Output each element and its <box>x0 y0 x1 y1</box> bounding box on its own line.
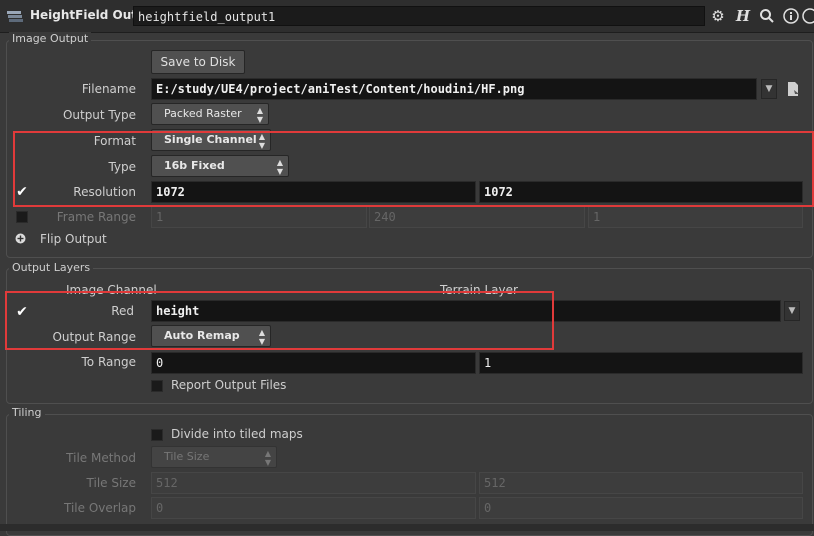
expand-plus-icon[interactable] <box>15 233 26 244</box>
chevron-down-icon[interactable]: ▼ <box>784 301 800 321</box>
help-h-icon[interactable]: H <box>733 6 753 26</box>
filename-field[interactable]: E:/study/UE4/project/aniTest/Content/hou… <box>151 78 757 100</box>
search-icon[interactable] <box>757 6 777 26</box>
filename-label: Filename <box>81 82 136 96</box>
info-icon[interactable] <box>781 6 801 26</box>
gear-icon[interactable]: ⚙ <box>708 6 728 26</box>
tile-overlap-y-field[interactable]: 0 <box>479 497 803 519</box>
to-range-label: To Range <box>81 355 136 369</box>
tile-overlap-label: Tile Overlap <box>64 501 136 515</box>
bottom-scroll-strip[interactable] <box>0 524 814 531</box>
divide-tiled-label[interactable]: Divide into tiled maps <box>171 427 303 441</box>
frame-start-field[interactable]: 1 <box>151 206 367 228</box>
tile-method-value: Tile Size <box>164 450 210 463</box>
heightfield-node-icon <box>6 8 24 24</box>
frame-inc-field[interactable]: 1 <box>588 206 803 228</box>
report-output-label[interactable]: Report Output Files <box>171 378 286 392</box>
save-to-disk-button[interactable]: Save to Disk <box>151 50 245 74</box>
divide-tiled-checkbox[interactable] <box>151 429 163 441</box>
section-title: Image Output <box>9 32 92 45</box>
highlight-box <box>5 291 554 350</box>
section-title: Output Layers <box>9 261 94 274</box>
chevron-down-icon[interactable]: ▼ <box>761 79 777 99</box>
to-range-max-field[interactable]: 1 <box>479 352 803 374</box>
tile-overlap-x-field[interactable]: 0 <box>151 497 476 519</box>
output-type-label: Output Type <box>62 108 136 122</box>
output-type-menu[interactable]: Packed Raster ▲ ▼ <box>151 103 269 125</box>
updown-arrow-icon: ▲ ▼ <box>256 106 263 124</box>
tile-size-x-field[interactable]: 512 <box>151 472 476 494</box>
question-icon[interactable] <box>802 6 814 26</box>
frame-end-field[interactable]: 240 <box>369 206 585 228</box>
report-output-checkbox[interactable] <box>151 380 163 392</box>
file-browse-icon[interactable] <box>786 80 800 98</box>
to-range-min-field[interactable]: 0 <box>151 352 476 374</box>
flip-output-label[interactable]: Flip Output <box>40 232 107 246</box>
output-type-value: Packed Raster <box>164 107 242 120</box>
highlight-box <box>13 131 814 207</box>
tile-size-label: Tile Size <box>86 476 136 490</box>
section-title: Tiling <box>9 406 45 419</box>
tile-method-menu[interactable]: Tile Size ▲ ▼ <box>151 446 277 468</box>
tile-size-y-field[interactable]: 512 <box>479 472 803 494</box>
updown-arrow-icon: ▲ ▼ <box>264 449 271 467</box>
node-name-field[interactable]: heightfield_output1 <box>133 6 705 26</box>
frame-range-label: Frame Range <box>56 210 136 224</box>
tile-method-label: Tile Method <box>66 451 136 465</box>
